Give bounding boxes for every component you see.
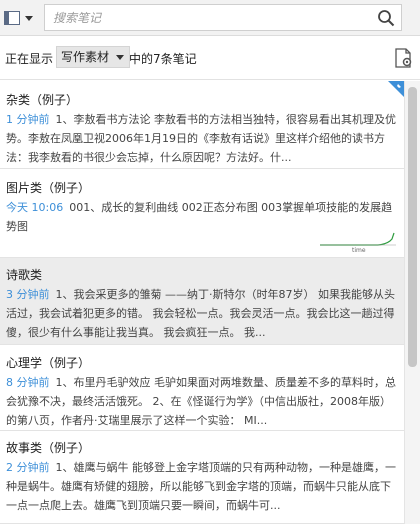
note-snippet: 1、雄鹰与蜗牛 能够登上金字塔顶端的只有两种动物，一种是雄鹰，一种是蜗牛。雄鹰有… xyxy=(6,461,396,512)
note-list-scrollbar[interactable] xyxy=(404,81,420,524)
scrollbar-thumb[interactable] xyxy=(408,87,417,367)
note-item[interactable]: 图片类（例子） 今天 10:06 001、成长的复利曲线 002正态分布图 003… xyxy=(0,169,404,258)
filter-prefix-label: 正在显示 xyxy=(5,52,54,66)
note-timestamp: 今天 10:06 xyxy=(6,201,64,214)
note-count-label: 中的7条笔记 xyxy=(129,52,197,66)
note-title: 故事类（例子） xyxy=(6,441,91,455)
note-timestamp: 8 分钟前 xyxy=(6,376,50,389)
notebook-dropdown-label: 写作素材 xyxy=(61,50,110,64)
search-box xyxy=(44,4,402,31)
note-snippet: 1、我会采更多的雏菊 ——纳丁·斯特尔（时年87岁） 如果我能够从头活过，我会试… xyxy=(6,288,395,339)
pin-corner-icon xyxy=(388,81,404,97)
note-preview: 8 分钟前 1、布里丹毛驴效应 毛驴如果面对两堆数量、质量差不多的草料时，总会犹豫… xyxy=(6,373,396,430)
note-title: 杂类（例子） xyxy=(6,93,79,107)
note-timestamp: 1 分钟前 xyxy=(6,113,50,126)
thumbnail-axis-label: time xyxy=(352,247,366,253)
notebook-dropdown[interactable]: 写作素材 xyxy=(56,46,131,68)
filter-bar: 正在显示 写作素材 中的7条笔记 xyxy=(0,36,420,80)
chevron-down-icon xyxy=(25,16,33,21)
note-list: 杂类（例子） 1 分钟前 1、李敖看书方法论 李敖看书的方法相当独特，很容易看出其… xyxy=(0,81,404,524)
image-thumbnail: time xyxy=(320,232,396,253)
note-title: 心理学（例子） xyxy=(6,356,91,370)
note-title: 诗歌类 xyxy=(6,268,43,282)
note-settings-icon[interactable] xyxy=(393,47,415,69)
note-preview: 1 分钟前 1、李敖看书方法论 李敖看书的方法相当独特，很容易看出其机理及优势。李… xyxy=(6,110,396,167)
note-item[interactable]: 故事类（例子） 2 分钟前 1、雄鹰与蜗牛 能够登上金字塔顶端的只有两种动物，一种… xyxy=(0,431,404,524)
top-toolbar xyxy=(0,0,420,36)
note-item[interactable]: 杂类（例子） 1 分钟前 1、李敖看书方法论 李敖看书的方法相当独特，很容易看出其… xyxy=(0,81,404,169)
view-toggle-button[interactable] xyxy=(4,6,38,30)
note-preview: 2 分钟前 1、雄鹰与蜗牛 能够登上金字塔顶端的只有两种动物，一种是雄鹰，一种是蜗… xyxy=(6,458,396,515)
note-snippet: 1、布里丹毛驴效应 毛驴如果面对两堆数量、质量差不多的草料时，总会犹豫不决，最终… xyxy=(6,376,396,427)
caret-down-icon xyxy=(116,55,125,60)
search-input[interactable] xyxy=(53,7,363,28)
note-preview: 3 分钟前 1、我会采更多的雏菊 ——纳丁·斯特尔（时年87岁） 如果我能够从头活… xyxy=(6,285,396,342)
sidebar-layout-icon xyxy=(4,11,20,25)
note-timestamp: 3 分钟前 xyxy=(6,288,50,301)
note-title: 图片类（例子） xyxy=(6,181,91,195)
note-item[interactable]: 心理学（例子） 8 分钟前 1、布里丹毛驴效应 毛驴如果面对两堆数量、质量差不多的… xyxy=(0,345,404,431)
note-snippet: 1、李敖看书方法论 李敖看书的方法相当独特，很容易看出其机理及优势。李敖在凤凰卫… xyxy=(6,113,396,164)
note-timestamp: 2 分钟前 xyxy=(6,461,50,474)
note-item[interactable]: 诗歌类 3 分钟前 1、我会采更多的雏菊 ——纳丁·斯特尔（时年87岁） 如果我能… xyxy=(0,258,404,345)
search-icon[interactable] xyxy=(377,9,395,27)
